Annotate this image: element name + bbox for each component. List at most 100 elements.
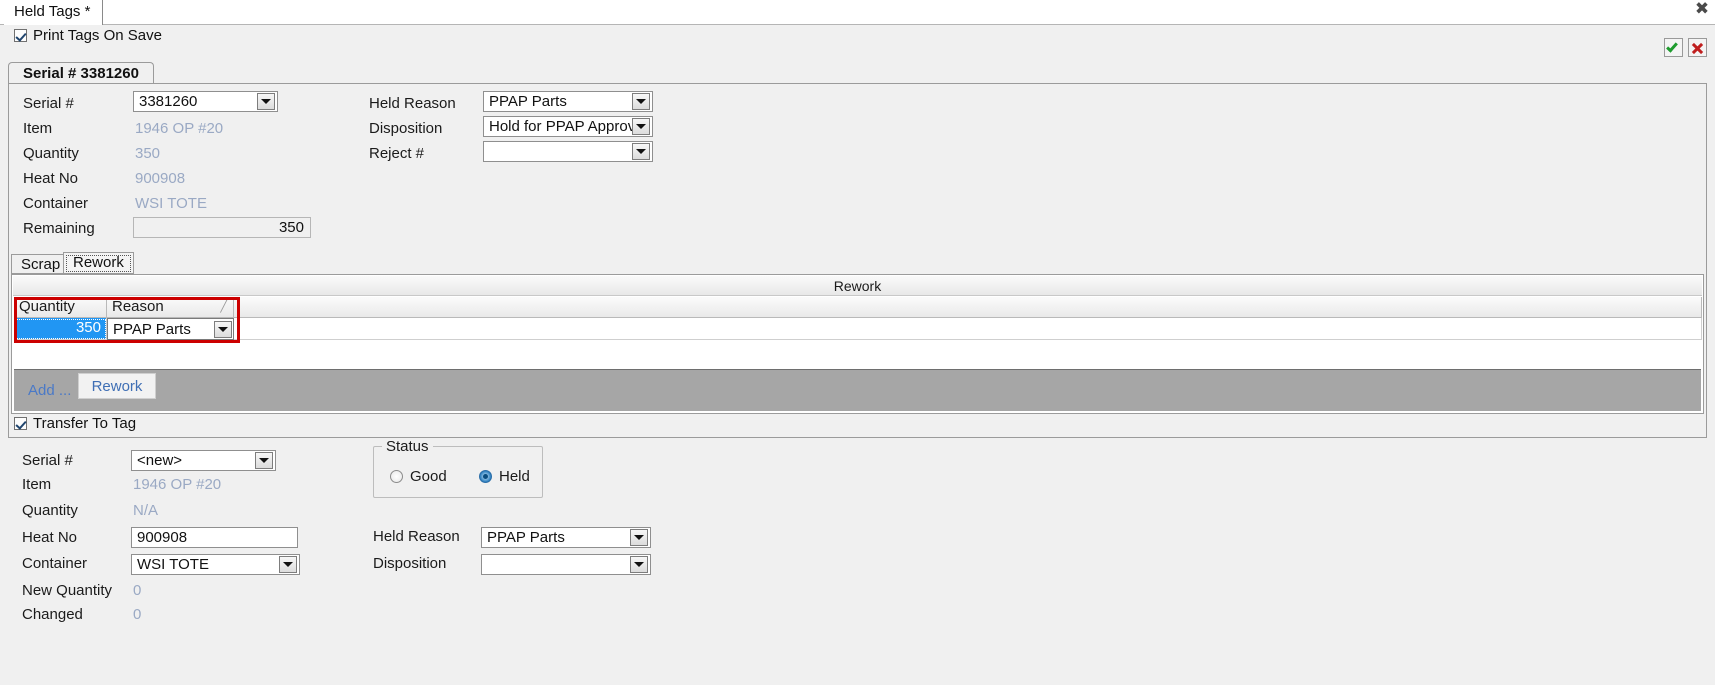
label-quantity: Quantity [23, 145, 79, 162]
radio-good-button[interactable] [390, 470, 403, 483]
cancel-button[interactable] [1688, 38, 1707, 57]
label-transfer-disposition: Disposition [373, 555, 447, 572]
held-reason-combo-value: PPAP Parts [489, 93, 567, 110]
transfer-disposition-combo[interactable] [481, 554, 651, 575]
serial-combo[interactable]: 3381260 [133, 91, 278, 112]
accept-button[interactable] [1664, 38, 1683, 57]
label-transfer-container: Container [22, 555, 88, 572]
transfer-container-combo-value: WSI TOTE [137, 556, 209, 573]
grid-col-filler [234, 297, 1702, 318]
rework-grid-header: Quantity Reason ╱ [14, 297, 1702, 318]
chevron-down-icon[interactable] [257, 93, 275, 110]
chevron-down-icon[interactable] [630, 529, 648, 546]
transfer-to-tag-checkbox[interactable]: Transfer To Tag [14, 415, 136, 432]
label-transfer-held-reason: Held Reason [373, 528, 460, 545]
accept-cancel-buttons [1664, 38, 1707, 57]
transfer-serial-combo[interactable]: <new> [131, 450, 276, 471]
label-heat-no: Heat No [23, 170, 79, 187]
rework-grid: Quantity Reason ╱ 350 PPAP Parts [14, 297, 1702, 340]
grid-cell-quantity-value: 350 [75, 319, 101, 336]
tab-rework[interactable]: Rework [63, 252, 134, 274]
label-item: Item [23, 120, 53, 137]
chevron-down-icon[interactable] [214, 320, 232, 338]
print-tags-checkbox-label: Print Tags On Save [33, 27, 162, 44]
disposition-combo[interactable]: Hold for PPAP Approval [483, 116, 653, 137]
grid-col-quantity[interactable]: Quantity [14, 297, 107, 318]
radio-good-label: Good [410, 468, 447, 485]
transfer-changed-value: 0 [133, 606, 142, 623]
sort-indicator-icon: ╱ [220, 301, 227, 313]
print-tags-on-save-checkbox[interactable]: Print Tags On Save [14, 27, 162, 44]
serial-panel: Serial # Item Quantity Heat No Container… [8, 83, 1707, 438]
radio-held[interactable]: Held [479, 468, 530, 485]
label-transfer-serial: Serial # [22, 452, 73, 469]
grid-col-reason[interactable]: Reason ╱ [107, 297, 234, 318]
grid-col-quantity-label: Quantity [19, 298, 75, 315]
remaining-value: 350 [278, 219, 304, 236]
window-tab-strip: Held Tags * ✖ [0, 0, 1715, 25]
grid-col-reason-label: Reason [112, 298, 164, 315]
item-value: 1946 OP #20 [135, 120, 224, 137]
radio-good[interactable]: Good [390, 468, 447, 485]
transfer-container-combo[interactable]: WSI TOTE [131, 554, 300, 575]
grid-cell-reason-value: PPAP Parts [113, 320, 191, 338]
toolbar [0, 25, 1715, 60]
tab-held-tags-label: Held Tags * [14, 3, 91, 20]
print-tags-checkbox-box[interactable] [14, 29, 27, 42]
reject-no-combo[interactable] [483, 141, 653, 162]
transfer-held-reason-combo[interactable]: PPAP Parts [481, 527, 651, 548]
label-reject-no: Reject # [369, 145, 425, 162]
chevron-down-icon[interactable] [255, 452, 273, 469]
held-reason-combo[interactable]: PPAP Parts [483, 91, 653, 112]
label-serial: Serial # [23, 95, 74, 112]
tab-rework-focus-ring [66, 255, 131, 272]
rework-panel: Rework Quantity Reason ╱ 350 PPAP Parts … [11, 274, 1704, 414]
check-icon [1666, 40, 1678, 53]
chevron-down-icon[interactable] [279, 556, 297, 573]
chevron-down-icon[interactable] [632, 118, 650, 135]
serial-combo-value: 3381260 [139, 93, 198, 110]
serial-tab-header-label: Serial # 3381260 [23, 65, 139, 82]
chevron-down-icon[interactable] [632, 93, 650, 110]
label-held-reason: Held Reason [369, 95, 456, 112]
tab-scrap-label: Scrap [21, 256, 61, 273]
chevron-down-icon[interactable] [630, 556, 648, 573]
transfer-serial-combo-value: <new> [137, 452, 183, 469]
heat-no-value: 900908 [135, 170, 186, 187]
rework-panel-caption: Rework [13, 276, 1702, 296]
main-body: Serial # 3381260 Serial # Item Quantity … [0, 60, 1715, 685]
grid-cell-quantity[interactable]: 350 [14, 318, 107, 340]
label-container: Container [23, 195, 89, 212]
transfer-to-tag-checkbox-box[interactable] [14, 417, 27, 430]
disposition-combo-value: Hold for PPAP Approval [489, 118, 632, 135]
transfer-quantity-value: N/A [133, 502, 159, 519]
transfer-heat-no-input[interactable]: 900908 [131, 527, 298, 548]
transfer-item-value: 1946 OP #20 [133, 476, 222, 493]
transfer-held-reason-combo-value: PPAP Parts [487, 529, 565, 546]
transfer-to-tag-checkbox-label: Transfer To Tag [33, 415, 137, 432]
quantity-value: 350 [135, 145, 161, 162]
grid-cell-reason[interactable]: PPAP Parts [107, 318, 234, 340]
chevron-down-icon[interactable] [632, 143, 650, 160]
label-transfer-new-quantity: New Quantity [22, 582, 113, 599]
tab-scrap[interactable]: Scrap [11, 254, 71, 274]
rework-button-bar: Add ... Rework [14, 369, 1701, 411]
rework-action-button-label: Rework [91, 377, 143, 395]
radio-held-button[interactable] [479, 470, 492, 483]
label-transfer-changed: Changed [22, 606, 83, 623]
label-transfer-item: Item [22, 476, 52, 493]
tab-held-tags[interactable]: Held Tags * [4, 0, 104, 25]
transfer-new-quantity-value: 0 [133, 582, 142, 599]
add-link-button[interactable]: Add ... [28, 382, 71, 399]
table-row[interactable]: 350 PPAP Parts [14, 318, 1702, 340]
remaining-field: 350 [133, 217, 311, 238]
serial-tab-header[interactable]: Serial # 3381260 [8, 62, 154, 84]
label-transfer-heat-no: Heat No [22, 529, 78, 546]
window-close-icon[interactable]: ✖ [1693, 0, 1711, 19]
rework-action-button[interactable]: Rework [78, 373, 156, 399]
container-value: WSI TOTE [135, 195, 207, 212]
status-group: Status Good Held [373, 438, 543, 498]
transfer-heat-no-value: 900908 [137, 529, 188, 546]
radio-held-label: Held [499, 468, 530, 485]
status-group-title: Status [382, 438, 433, 455]
